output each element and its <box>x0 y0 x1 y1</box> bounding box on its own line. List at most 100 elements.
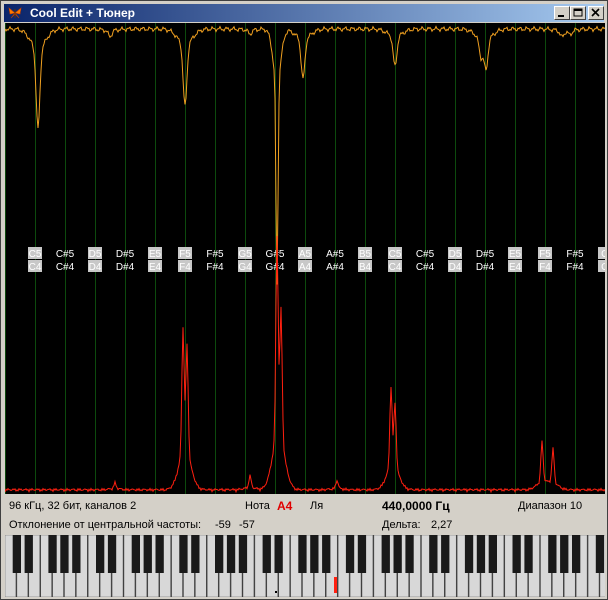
deviation-value-1: -59 <box>215 519 231 531</box>
note-label: C4 <box>389 262 402 273</box>
range-value: Диапазон 10 <box>518 500 583 512</box>
note-label: E4 <box>149 262 162 273</box>
current-note-marker[interactable] <box>334 577 337 593</box>
note-label: D5 <box>449 249 462 260</box>
black-key[interactable] <box>548 535 557 573</box>
note-label: A4 <box>299 262 312 273</box>
note-label: C#5 <box>416 249 435 260</box>
delta-value: 2,27 <box>431 519 453 531</box>
note-label: B4 <box>359 262 372 273</box>
note-label: F5 <box>539 249 551 260</box>
black-key[interactable] <box>357 535 367 573</box>
audio-format: 96 кГц, 32 бит, каналов 2 <box>9 500 137 512</box>
black-key[interactable] <box>512 535 521 573</box>
close-icon <box>591 8 600 17</box>
black-key[interactable] <box>262 535 271 573</box>
note-label: F4 <box>539 262 551 273</box>
note-label: A5 <box>299 249 312 260</box>
note-label: D#4 <box>476 262 495 273</box>
frequency-value: 440,0000 Гц <box>382 499 450 513</box>
black-key[interactable] <box>393 535 402 573</box>
butterfly-icon <box>8 6 22 20</box>
note-label: G <box>601 249 605 260</box>
note-label: D4 <box>449 262 462 273</box>
note-label: D#4 <box>116 262 135 273</box>
tuner-display: C5 C4 C#5 C#4 D5 D4 D#5 D#4 E5 E4 F5 F4 F#5 F#4 G5 G4 G#… <box>5 23 605 494</box>
note-label: C#4 <box>56 262 75 273</box>
piano-keys[interactable] <box>5 535 605 597</box>
black-key[interactable] <box>143 535 152 573</box>
black-key[interactable] <box>464 535 474 573</box>
black-key[interactable] <box>274 535 283 573</box>
note-label: A#4 <box>326 262 344 273</box>
note-label: F#5 <box>206 249 224 260</box>
black-key[interactable] <box>131 535 140 573</box>
window-title: Cool Edit + Тюнер <box>30 6 136 20</box>
black-key[interactable] <box>429 535 438 573</box>
black-key[interactable] <box>48 535 57 573</box>
black-key[interactable] <box>107 535 117 573</box>
note-label: B5 <box>359 249 372 260</box>
black-key[interactable] <box>488 535 497 573</box>
note-label: D4 <box>89 262 102 273</box>
black-key[interactable] <box>560 535 569 573</box>
middle-c-dot[interactable] <box>275 591 277 593</box>
deviation-label: Отклонение от центральной частоты: <box>9 519 202 531</box>
note-label: C#4 <box>416 262 435 273</box>
black-key[interactable] <box>405 535 414 573</box>
black-key[interactable] <box>322 535 331 573</box>
note-value: A4 <box>277 499 293 513</box>
black-key[interactable] <box>238 535 248 573</box>
note-label: F#5 <box>566 249 584 260</box>
note-label: E5 <box>149 249 162 260</box>
black-key[interactable] <box>24 535 33 573</box>
note-label: G4 <box>238 262 252 273</box>
maximize-button[interactable] <box>570 6 586 20</box>
spectrum-display: C5 C4 C#5 C#4 D5 D4 D#5 D#4 E5 E4 F5 F4 F#5 F#4 G5 G4 G#… <box>5 23 605 494</box>
tuner-window: Cool Edit + Тюнер C5 C4 C#5 C#4 D5 D4 D#5 D#4 E5… <box>0 0 608 600</box>
note-label: G#5 <box>266 249 285 260</box>
close-button[interactable] <box>588 6 604 20</box>
title-bar[interactable]: Cool Edit + Тюнер <box>4 4 604 22</box>
note-label: C#5 <box>56 249 75 260</box>
note-label: G5 <box>238 249 252 260</box>
black-key[interactable] <box>12 535 21 573</box>
note-label: D#5 <box>116 249 135 260</box>
note-label: C5 <box>389 249 402 260</box>
note-label: D#5 <box>476 249 495 260</box>
minimize-icon <box>558 15 564 17</box>
black-key[interactable] <box>310 535 319 573</box>
note-name: Ля <box>310 500 324 512</box>
delta-label: Дельта: <box>382 519 421 531</box>
black-key[interactable] <box>96 535 105 573</box>
black-key[interactable] <box>381 535 390 573</box>
note-label: G <box>601 262 605 273</box>
black-key[interactable] <box>226 535 236 573</box>
black-key[interactable] <box>572 535 581 573</box>
black-key[interactable] <box>215 535 224 573</box>
black-key[interactable] <box>179 535 188 573</box>
note-label: Нота <box>245 500 270 512</box>
minimize-button[interactable] <box>554 6 570 20</box>
black-key[interactable] <box>72 535 81 573</box>
note-label: E4 <box>509 262 522 273</box>
black-key[interactable] <box>298 535 307 573</box>
note-label: A#5 <box>326 249 344 260</box>
maximize-icon <box>573 8 583 17</box>
black-key[interactable] <box>60 535 69 573</box>
piano-keyboard[interactable] <box>5 535 605 597</box>
black-key[interactable] <box>524 535 533 573</box>
note-label: F#4 <box>206 262 224 273</box>
note-label: G#4 <box>266 262 285 273</box>
black-key[interactable] <box>595 535 605 573</box>
black-key[interactable] <box>191 535 200 573</box>
black-key[interactable] <box>155 535 164 573</box>
note-label: F#4 <box>566 262 584 273</box>
note-label: F4 <box>179 262 191 273</box>
note-label: F5 <box>179 249 191 260</box>
note-label: D5 <box>89 249 102 260</box>
status-panel: 96 кГц, 32 бит, каналов 2 Нота A4 Ля 440… <box>5 494 605 534</box>
black-key[interactable] <box>345 535 355 573</box>
black-key[interactable] <box>476 535 486 573</box>
black-key[interactable] <box>441 535 450 573</box>
